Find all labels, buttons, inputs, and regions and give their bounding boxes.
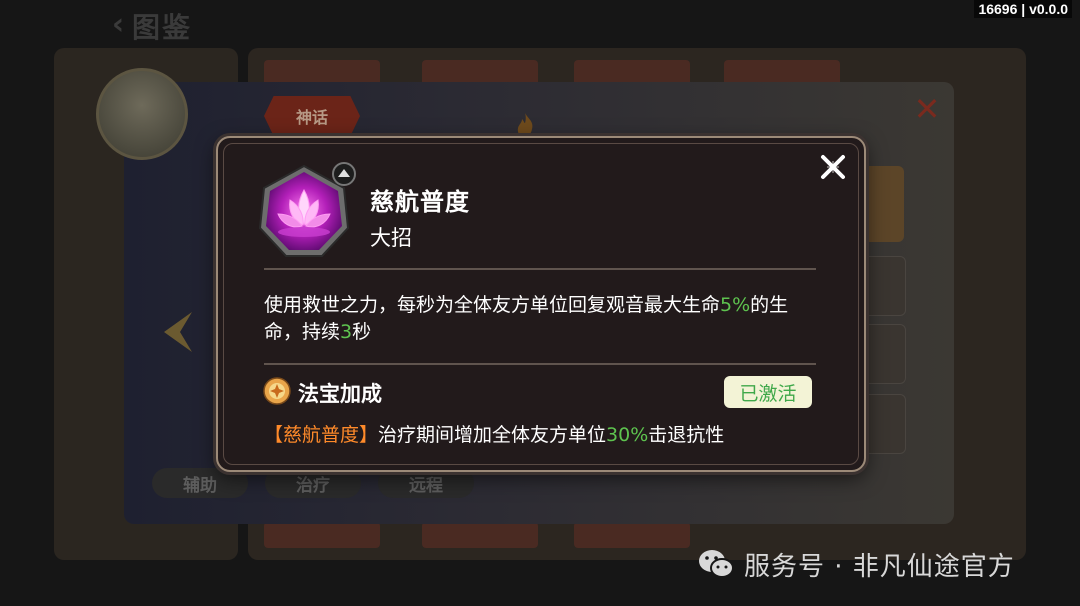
bonus-percent: 30% (606, 424, 649, 446)
desc-text: 使用救世之力，每秒为全体友方单位回复观音最大生命 (264, 294, 721, 316)
version-label: 16696 | v0.0.0 (974, 0, 1072, 18)
desc-heal-percent: 5% (720, 294, 751, 316)
bonus-text: 击退抗性 (648, 424, 725, 446)
tag-ranged: 远程 (378, 468, 474, 498)
close-icon[interactable] (818, 152, 848, 182)
bonus-description: 【慈航普度】治疗期间增加全体友方单位30%击退抗性 (264, 422, 824, 448)
page-title: 图鉴 (132, 11, 193, 44)
top-bar: ‹ 图鉴 (0, 0, 1080, 48)
grid-card (264, 522, 380, 548)
grid-card (422, 522, 538, 548)
activated-badge: 已激活 (724, 376, 812, 408)
rank-up-icon (332, 162, 356, 186)
skill-name: 慈航普度 (370, 188, 470, 216)
back-arrow-icon[interactable]: ‹ (100, 7, 136, 42)
divider (264, 363, 816, 365)
tag-support: 辅助 (152, 468, 248, 498)
watermark-text: 服务号 · 非凡仙途官方 (744, 551, 1015, 582)
divider (264, 268, 816, 270)
desc-duration: 3 (340, 321, 353, 343)
watermark: 服务号 · 非凡仙途官方 (696, 544, 1015, 584)
grid-card (574, 522, 690, 548)
desc-text: 秒 (352, 321, 372, 343)
rarity-badge: 神话 (264, 96, 360, 136)
wechat-icon (699, 550, 734, 578)
dialog-close-icon: ✕ (913, 90, 941, 128)
bonus-skill-ref: 【慈航普度】 (264, 424, 379, 446)
character-tags: 辅助 治疗 远程 (152, 468, 474, 498)
treasure-bonus-icon (263, 377, 291, 405)
bonus-text: 治疗期间增加全体友方单位 (378, 424, 607, 446)
skill-description: 使用救世之力，每秒为全体友方单位回复观音最大生命5%的生命，持续3秒 (264, 292, 824, 346)
character-avatar (96, 68, 188, 160)
skill-type: 大招 (370, 226, 412, 250)
bonus-title: 法宝加成 (298, 382, 382, 406)
tag-healing: 治疗 (265, 468, 361, 498)
